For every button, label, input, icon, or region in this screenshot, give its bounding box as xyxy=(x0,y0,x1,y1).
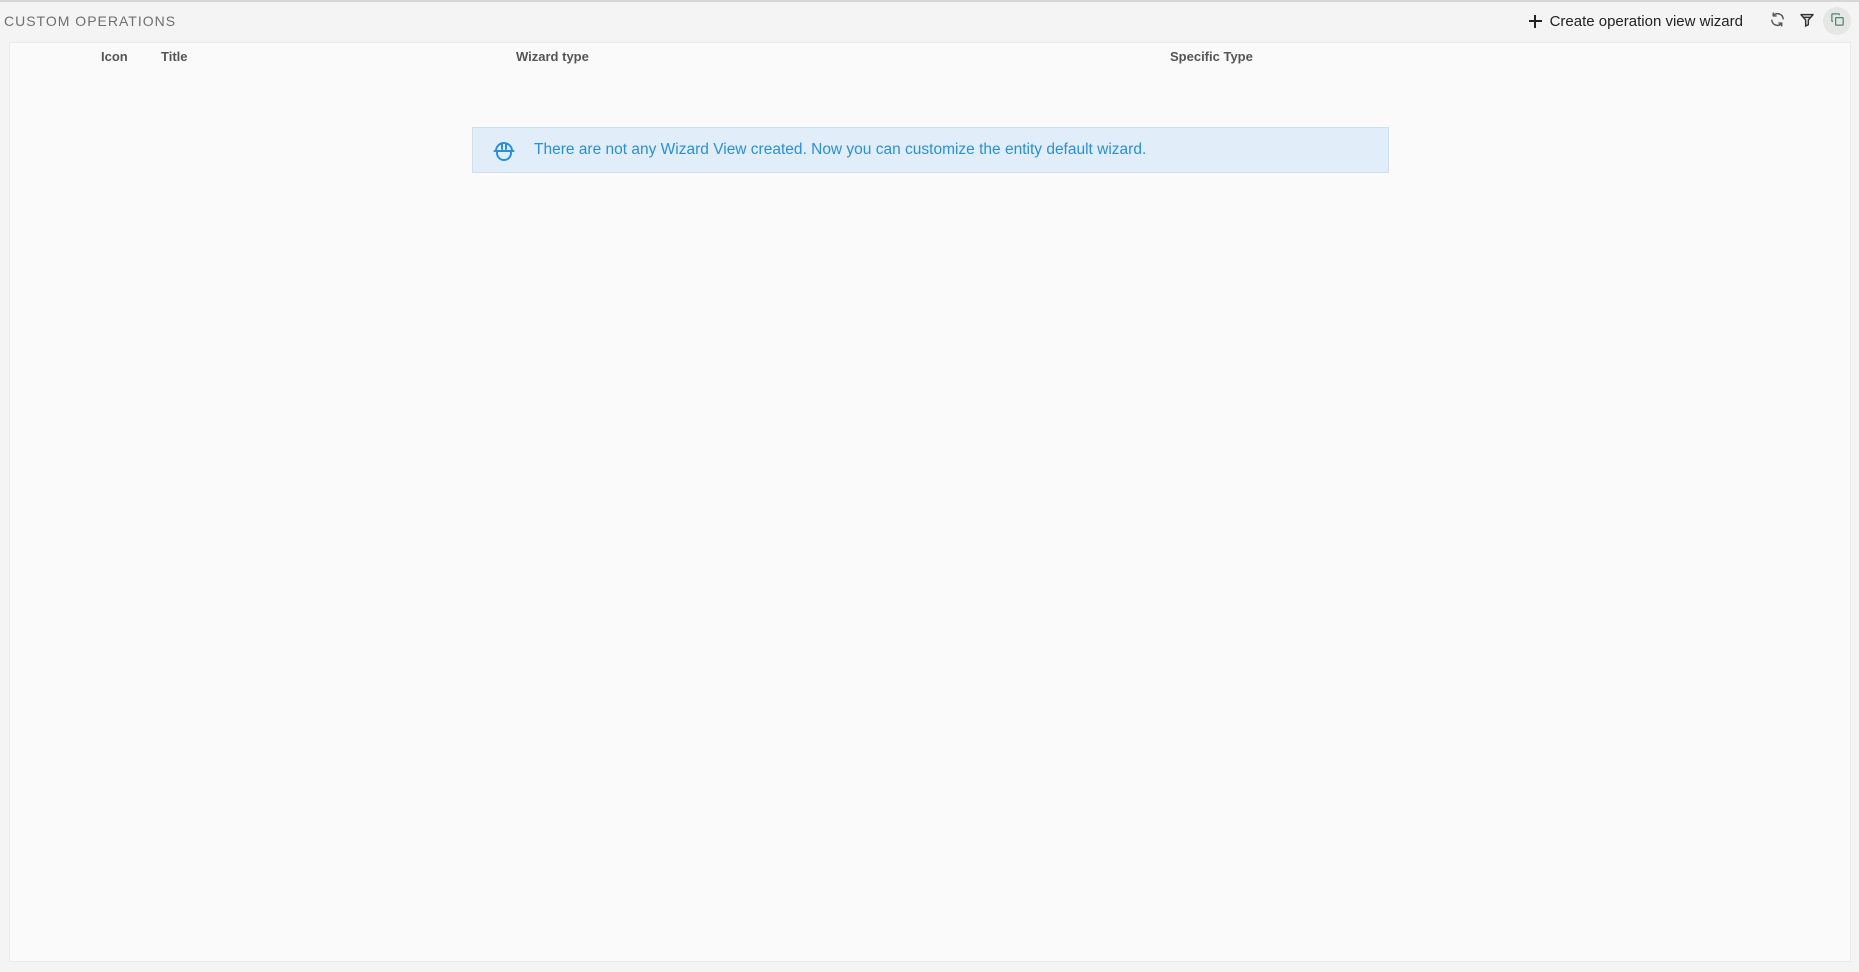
create-button-label: Create operation view wizard xyxy=(1549,12,1743,30)
hard-hat-icon xyxy=(492,138,516,162)
refresh-button[interactable] xyxy=(1763,7,1791,35)
column-header-specific-type[interactable]: Specific Type xyxy=(1170,49,1253,64)
section-header: CUSTOM OPERATIONS Create operation view … xyxy=(0,2,1859,40)
column-header-title[interactable]: Title xyxy=(161,49,188,64)
filter-icon xyxy=(1799,12,1815,31)
header-actions: Create operation view wizard xyxy=(1521,7,1851,35)
column-header-icon[interactable]: Icon xyxy=(101,49,128,64)
table-header: Icon Title Wizard type Specific Type xyxy=(10,43,1850,71)
section-title: CUSTOM OPERATIONS xyxy=(4,13,177,29)
refresh-icon xyxy=(1769,11,1786,31)
empty-state-message: There are not any Wizard View created. N… xyxy=(534,141,1147,158)
plus-icon xyxy=(1528,14,1542,28)
empty-state-notice: There are not any Wizard View created. N… xyxy=(472,127,1389,173)
column-header-wizard-type[interactable]: Wizard type xyxy=(516,49,589,64)
copy-button[interactable] xyxy=(1823,7,1851,35)
operations-table-panel: Icon Title Wizard type Specific Type The… xyxy=(9,42,1851,962)
copy-icon xyxy=(1830,12,1845,30)
create-operation-view-wizard-button[interactable]: Create operation view wizard xyxy=(1521,9,1751,34)
filter-button[interactable] xyxy=(1793,7,1821,35)
